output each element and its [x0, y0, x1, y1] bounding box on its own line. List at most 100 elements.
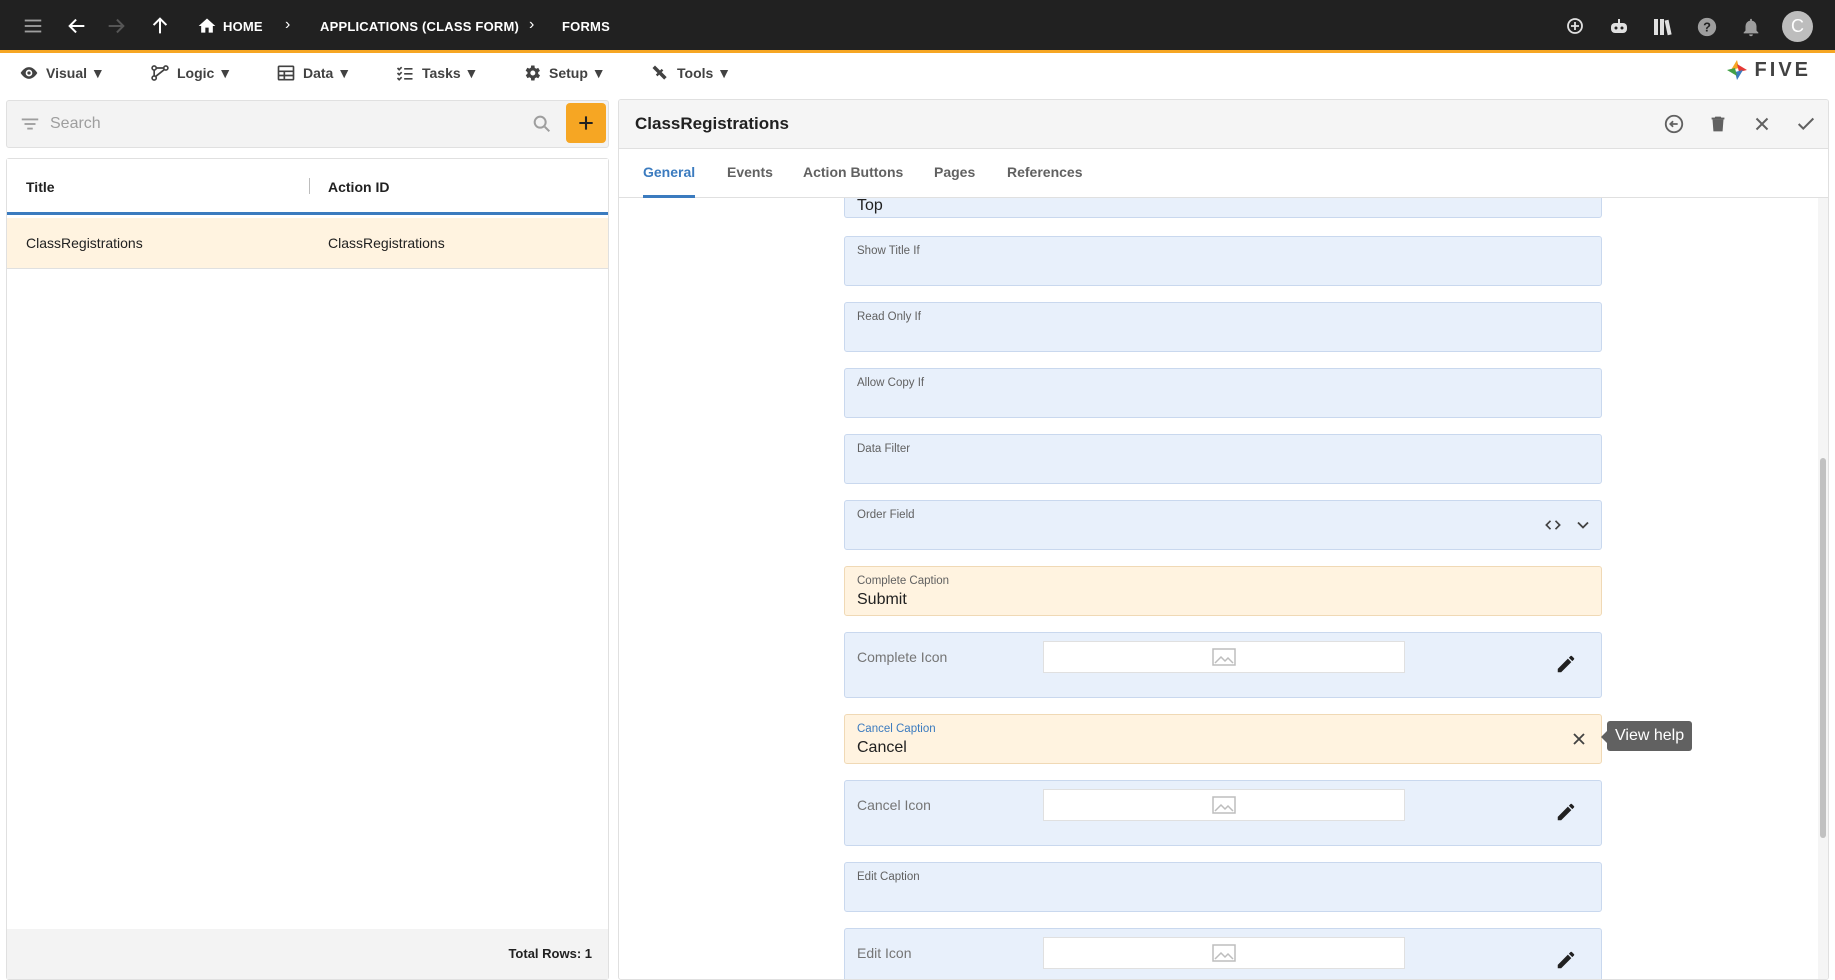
data-filter-field[interactable]: Data Filter — [844, 434, 1602, 484]
cancel-caption-value: Cancel — [857, 739, 907, 756]
back-arrow-icon[interactable] — [65, 14, 89, 38]
menu-tools-label: Tools ▼ — [677, 65, 732, 81]
table-icon — [277, 65, 295, 81]
image-icon — [1212, 944, 1236, 962]
view-help-tooltip: View help — [1600, 721, 1693, 751]
form-panel: ClassRegistrations General Events Action… — [618, 99, 1829, 980]
complete-caption-field[interactable]: Complete Caption Submit — [844, 566, 1602, 616]
tab-references[interactable]: References — [1007, 164, 1083, 180]
cancel-caption-label: Cancel Caption — [857, 723, 936, 735]
complete-icon-preview[interactable] — [1043, 641, 1405, 673]
data-filter-label: Data Filter — [857, 443, 911, 455]
menu-data[interactable]: Data ▼ — [276, 63, 351, 83]
delete-icon[interactable] — [1706, 112, 1730, 136]
close-icon[interactable] — [1750, 112, 1774, 136]
help-icon[interactable]: ? — [1694, 14, 1720, 40]
read-only-if-field[interactable]: Read Only If — [844, 302, 1602, 352]
logic-icon — [151, 65, 169, 81]
code-icon[interactable] — [1543, 515, 1563, 540]
menu-logic[interactable]: Logic ▼ — [150, 63, 232, 83]
breadcrumb-home[interactable]: HOME — [223, 19, 263, 34]
list-footer: Total Rows: 1 — [7, 929, 608, 979]
eye-icon — [20, 67, 38, 79]
chevron-down-icon[interactable] — [1573, 515, 1593, 540]
filter-icon[interactable] — [19, 113, 41, 140]
list-search-bar — [6, 100, 609, 148]
home-icon[interactable] — [195, 14, 219, 38]
notifications-icon[interactable] — [1738, 14, 1764, 40]
tab-general[interactable]: General — [643, 164, 695, 180]
menu-tools[interactable]: Tools ▼ — [650, 63, 731, 83]
cancel-caption-field[interactable]: Cancel Caption Cancel — [844, 714, 1602, 764]
column-divider[interactable] — [309, 178, 310, 194]
cancel-icon-field: Cancel Icon — [844, 780, 1602, 846]
menu-icon[interactable] — [21, 14, 45, 38]
menu-visual-label: Visual ▼ — [46, 65, 105, 81]
order-field-label: Order Field — [857, 509, 915, 521]
form-scrollbar[interactable] — [1818, 198, 1828, 979]
edit-pencil-icon[interactable] — [1555, 801, 1577, 828]
edit-icon-preview[interactable] — [1043, 937, 1405, 969]
cell-title: ClassRegistrations — [26, 235, 143, 251]
cell-action-id: ClassRegistrations — [328, 235, 445, 251]
menu-tasks-label: Tasks ▼ — [422, 65, 479, 81]
breadcrumb-forms[interactable]: FORMS — [562, 19, 610, 34]
topbar-actions: ? C — [1562, 11, 1813, 42]
menu-setup[interactable]: Setup ▼ — [522, 63, 606, 83]
five-logo: FIVE — [1725, 58, 1811, 82]
title-position-value: Top — [857, 197, 883, 214]
active-tab-indicator — [643, 195, 695, 198]
tab-pages[interactable]: Pages — [934, 164, 975, 180]
title-position-field[interactable]: Top — [844, 197, 1602, 218]
order-field-select[interactable]: Order Field — [844, 500, 1602, 550]
menu-tasks[interactable]: Tasks ▼ — [395, 63, 478, 83]
clear-icon[interactable] — [1569, 729, 1589, 754]
edit-pencil-icon[interactable] — [1555, 949, 1577, 976]
save-check-icon[interactable] — [1794, 112, 1818, 136]
menu-setup-label: Setup ▼ — [549, 65, 606, 81]
complete-icon-field: Complete Icon — [844, 632, 1602, 698]
up-arrow-icon[interactable] — [148, 14, 172, 38]
avatar[interactable]: C — [1782, 11, 1813, 42]
form-header: ClassRegistrations — [619, 100, 1828, 149]
table-row[interactable]: ClassRegistrations ClassRegistrations — [7, 218, 608, 269]
chat-ai-icon[interactable] — [1562, 14, 1588, 40]
complete-icon-label: Complete Icon — [857, 649, 948, 665]
record-list: Title Action ID ClassRegistrations Class… — [6, 158, 609, 980]
add-button[interactable] — [566, 103, 606, 143]
robot-icon[interactable] — [1606, 14, 1632, 40]
library-icon[interactable] — [1650, 14, 1676, 40]
history-icon[interactable] — [1662, 112, 1686, 136]
form-tabs: General Events Action Buttons Pages Refe… — [619, 149, 1828, 198]
chevron-right-icon: › — [529, 16, 535, 33]
forward-arrow-icon[interactable] — [104, 14, 128, 38]
scrollbar-thumb[interactable] — [1820, 458, 1826, 838]
menu-bar: Visual ▼ Logic ▼ Data ▼ Tasks ▼ Setup ▼ … — [0, 56, 1835, 88]
search-icon[interactable] — [531, 113, 553, 140]
five-logo-icon — [1726, 60, 1747, 80]
form-title: ClassRegistrations — [635, 114, 789, 133]
menu-visual[interactable]: Visual ▼ — [19, 63, 105, 83]
breadcrumb-applications[interactable]: APPLICATIONS (CLASS FORM) — [320, 19, 519, 34]
cancel-icon-preview[interactable] — [1043, 789, 1405, 821]
list-header: Title Action ID — [7, 159, 608, 215]
edit-caption-field[interactable]: Edit Caption — [844, 862, 1602, 912]
total-rows: Total Rows: 1 — [508, 946, 592, 961]
complete-caption-label: Complete Caption — [857, 575, 950, 587]
column-header-action-id[interactable]: Action ID — [328, 179, 389, 195]
checklist-icon — [396, 66, 413, 81]
tab-action-buttons[interactable]: Action Buttons — [803, 164, 903, 180]
search-input[interactable] — [50, 111, 530, 137]
cancel-icon-label: Cancel Icon — [857, 797, 931, 813]
show-title-if-field[interactable]: Show Title If — [844, 236, 1602, 286]
allow-copy-if-field[interactable]: Allow Copy If — [844, 368, 1602, 418]
tab-events[interactable]: Events — [727, 164, 773, 180]
tools-icon — [652, 65, 667, 80]
chevron-right-icon: › — [285, 16, 291, 33]
column-header-title[interactable]: Title — [26, 179, 55, 195]
complete-caption-value: Submit — [857, 591, 907, 608]
edit-pencil-icon[interactable] — [1555, 653, 1577, 680]
form-actions — [1662, 112, 1818, 136]
edit-caption-label: Edit Caption — [857, 871, 920, 883]
image-icon — [1212, 796, 1236, 814]
